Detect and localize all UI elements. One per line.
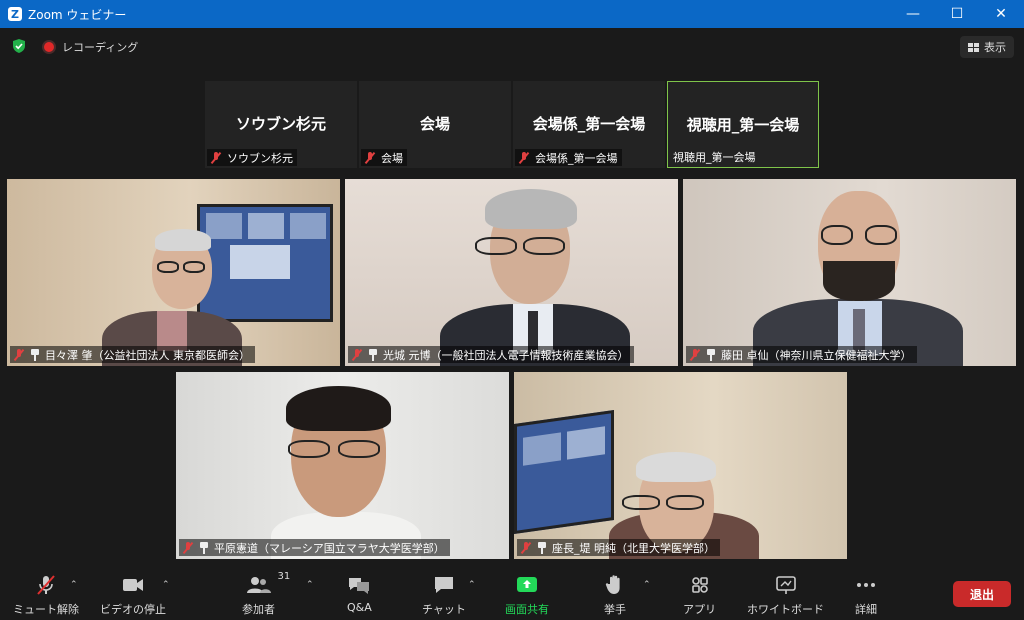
maximize-button[interactable]: ☐ <box>934 0 980 28</box>
zoom-logo-icon: Z <box>8 7 22 21</box>
spotlight-pin-icon <box>706 348 716 361</box>
participant-display-name: 会場 <box>419 115 450 133</box>
participant-name-label: 座長_堤 明純（北里大学医学部） <box>517 539 720 556</box>
view-button-label: 表示 <box>984 41 1006 54</box>
participant-name: 光城 元博（一般社団法人電子情報技術産業協会） <box>383 348 629 362</box>
video-tile[interactable]: 目々澤 肇（公益社団法人 東京都医師会） <box>7 179 340 366</box>
participant-name: ソウブン杉元 <box>227 151 293 165</box>
chat-options-caret-icon[interactable]: ⌃ <box>468 580 476 590</box>
security-shield-icon[interactable] <box>11 38 27 54</box>
whiteboard-icon <box>775 574 797 596</box>
participants-icon: 31 <box>246 571 290 596</box>
video-tile[interactable]: 平原憲道（マレーシア国立マラヤ大学医学部） <box>176 372 509 559</box>
video-options-caret-icon[interactable]: ⌃ <box>162 580 170 590</box>
participant-name-label: ソウブン杉元 <box>207 149 297 166</box>
share-screen-icon <box>515 574 539 596</box>
tv-screen <box>514 409 614 535</box>
participant-name: 視聴用_第一会場 <box>673 150 756 164</box>
apps-icon <box>689 574 711 596</box>
whiteboard-label: ホワイトボード <box>747 603 824 616</box>
participant-name-label: 光城 元博（一般社団法人電子情報技術産業協会） <box>348 346 634 363</box>
video-camera-icon <box>121 574 145 596</box>
whiteboard-button[interactable]: ホワイトボード <box>747 574 824 617</box>
more-label: 詳細 <box>855 603 877 616</box>
qa-icon <box>347 574 371 596</box>
spotlight-pin-icon <box>199 541 209 554</box>
video-tile[interactable]: 藤田 卓仙（神奈川県立保健福祉大学） <box>683 179 1016 366</box>
mic-muted-icon <box>35 574 57 596</box>
participant-display-name: 会場係_第一会場 <box>532 115 646 133</box>
mic-muted-icon <box>351 348 363 361</box>
participants-button[interactable]: 31 参加者 <box>242 571 290 617</box>
chat-label: チャット <box>422 603 466 616</box>
participant-name-label: 会場係_第一会場 <box>515 149 622 166</box>
participants-label: 参加者 <box>242 603 275 616</box>
participant-name: 平原憲道（マレーシア国立マラヤ大学医学部） <box>214 541 445 555</box>
spotlight-pin-icon <box>537 541 547 554</box>
participant-name: 会場係_第一会場 <box>535 151 618 165</box>
participants-count: 31 <box>277 571 291 582</box>
more-button[interactable]: 詳細 <box>855 574 877 617</box>
recording-label: レコーディング <box>62 41 139 54</box>
window-title: Zoom ウェビナー <box>28 7 127 22</box>
participant-tile[interactable]: 会場係_第一会場 会場係_第一会場 <box>513 81 665 168</box>
participant-name: 藤田 卓仙（神奈川県立保健福祉大学） <box>721 348 912 362</box>
participants-options-caret-icon[interactable]: ⌃ <box>306 580 314 590</box>
tv-screen <box>197 204 333 322</box>
audio-options-caret-icon[interactable]: ⌃ <box>70 580 78 590</box>
leave-button[interactable]: 退出 <box>953 581 1011 607</box>
participant-name-label: 会場 <box>361 149 407 166</box>
close-button[interactable]: ✕ <box>978 0 1024 28</box>
apps-label: アプリ <box>683 603 716 616</box>
minimize-button[interactable]: — <box>890 0 936 28</box>
chat-button[interactable]: チャット <box>422 574 466 617</box>
participant-name-label: 藤田 卓仙（神奈川県立保健福祉大学） <box>686 346 917 363</box>
qa-button[interactable]: Q&A <box>347 574 372 614</box>
participant-tile-active-speaker[interactable]: 視聴用_第一会場 視聴用_第一会場 <box>667 81 819 168</box>
participant-tile[interactable]: 会場 会場 <box>359 81 511 168</box>
unmute-label: ミュート解除 <box>13 603 79 616</box>
stop-video-label: ビデオの停止 <box>100 603 166 616</box>
mic-muted-icon <box>518 151 530 164</box>
raise-hand-button[interactable]: 挙手 <box>604 574 626 617</box>
mic-muted-icon <box>13 348 25 361</box>
recording-icon <box>42 40 56 54</box>
raise-hand-label: 挙手 <box>604 603 626 616</box>
participant-display-name: 視聴用_第一会場 <box>686 116 800 134</box>
participant-name: 目々澤 肇（公益社団法人 東京都医師会） <box>45 348 250 362</box>
apps-button[interactable]: アプリ <box>683 574 716 617</box>
share-screen-button[interactable]: 画面共有 <box>505 574 549 617</box>
participant-name-label: 平原憲道（マレーシア国立マラヤ大学医学部） <box>179 539 450 556</box>
mic-muted-icon <box>689 348 701 361</box>
participant-tile[interactable]: ソウブン杉元 ソウブン杉元 <box>205 81 357 168</box>
spotlight-pin-icon <box>368 348 378 361</box>
qa-label: Q&A <box>347 601 372 614</box>
mic-muted-icon <box>364 151 376 164</box>
spotlight-pin-icon <box>30 348 40 361</box>
participant-name: 座長_堤 明純（北里大学医学部） <box>552 541 715 555</box>
chat-icon <box>433 574 455 596</box>
raise-hand-icon <box>604 574 626 596</box>
mic-muted-icon <box>210 151 222 164</box>
reactions-caret-icon[interactable]: ⌃ <box>643 580 651 590</box>
more-dots-icon <box>855 574 877 596</box>
grid-view-icon <box>968 42 979 52</box>
meeting-toolbar: ミュート解除 ⌃ ビデオの停止 ⌃ 31 参加者 ⌃ Q&A チャット ⌃ 画面… <box>0 568 1024 620</box>
participant-display-name: ソウブン杉元 <box>235 115 326 133</box>
participant-name: 会場 <box>381 151 403 165</box>
stop-video-button[interactable]: ビデオの停止 <box>100 574 166 617</box>
meeting-top-bar: レコーディング 表示 <box>0 28 1024 64</box>
participant-name-label: 視聴用_第一会場 <box>670 148 760 165</box>
video-tile[interactable]: 座長_堤 明純（北里大学医学部） <box>514 372 847 559</box>
mic-muted-icon <box>520 541 532 554</box>
participant-name-label: 目々澤 肇（公益社団法人 東京都医師会） <box>10 346 255 363</box>
share-screen-label: 画面共有 <box>505 603 549 616</box>
view-button[interactable]: 表示 <box>960 36 1014 58</box>
title-bar: Z Zoom ウェビナー — ☐ ✕ <box>0 0 1024 28</box>
video-tile[interactable]: 光城 元博（一般社団法人電子情報技術産業協会） <box>345 179 678 366</box>
mic-muted-icon <box>182 541 194 554</box>
